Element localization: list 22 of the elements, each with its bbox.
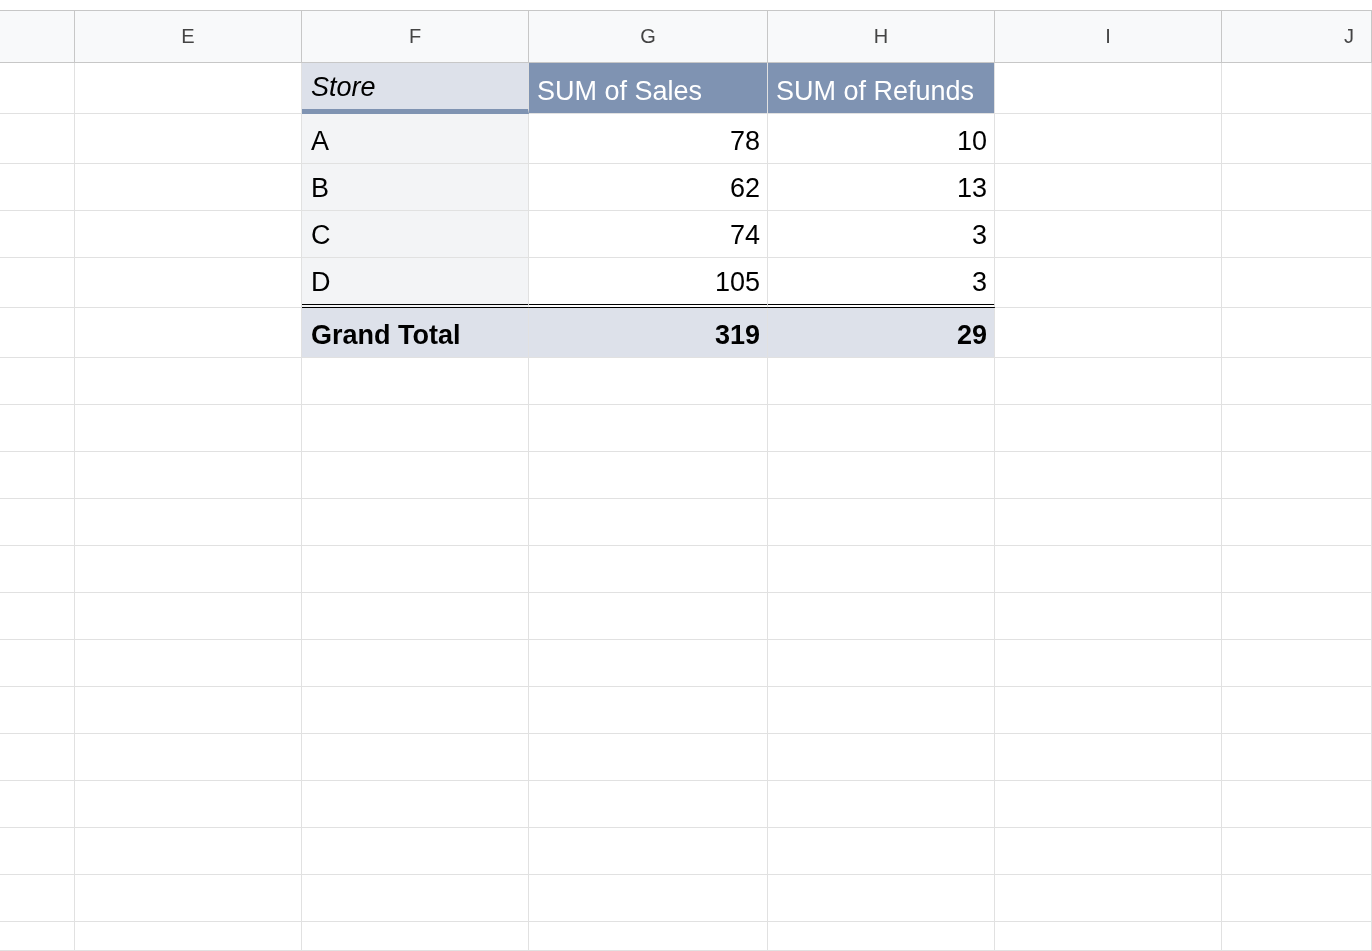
table-cell: 13 — [768, 164, 995, 211]
column-header[interactable]: I — [995, 10, 1222, 63]
column-header[interactable]: J — [1222, 10, 1372, 63]
table-cell: 3 — [768, 211, 995, 258]
table-cell: 10 — [768, 114, 995, 164]
total-label: Grand Total — [302, 308, 529, 358]
table-cell: 74 — [529, 211, 768, 258]
column-header[interactable]: E — [75, 10, 302, 63]
row-label: A — [302, 114, 529, 164]
row-label: D — [302, 258, 529, 308]
total-cell: 29 — [768, 308, 995, 358]
column-header[interactable]: G — [529, 10, 768, 63]
column-heading: SUM of Refunds — [768, 63, 995, 114]
total-cell: 319 — [529, 308, 768, 358]
table-cell: 78 — [529, 114, 768, 164]
column-heading: Store — [302, 63, 529, 114]
column-header[interactable]: H — [768, 10, 995, 63]
table-cell: 62 — [529, 164, 768, 211]
column-heading: SUM of Sales — [529, 63, 768, 114]
column-header[interactable]: F — [302, 10, 529, 63]
row-label: C — [302, 211, 529, 258]
row-label: B — [302, 164, 529, 211]
